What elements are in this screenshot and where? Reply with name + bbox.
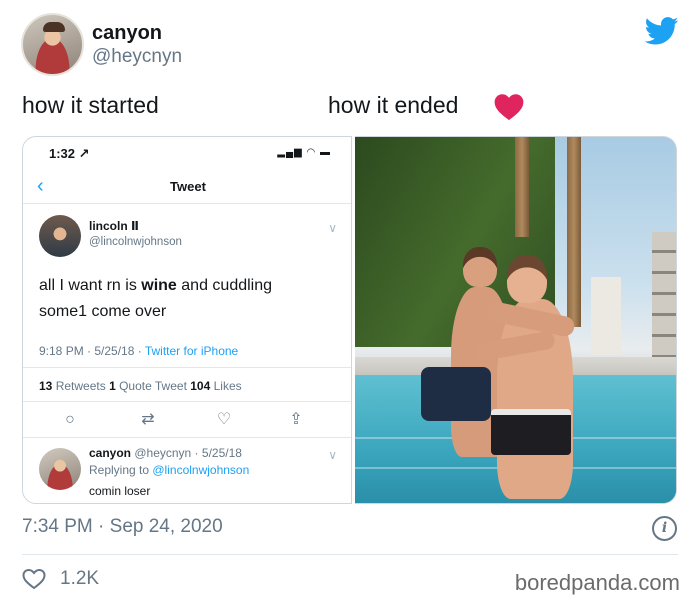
photo-trunks-right bbox=[491, 409, 571, 455]
status-bar-time: 1:32 ↗ bbox=[49, 146, 90, 161]
tweet-source-link[interactable]: Twitter for iPhone bbox=[145, 344, 238, 358]
heart-outline-icon[interactable] bbox=[22, 568, 46, 590]
footer-divider bbox=[22, 554, 678, 555]
caption-how-it-ended: how it ended bbox=[328, 92, 459, 118]
divider bbox=[23, 367, 351, 368]
author-handle[interactable]: @heycnyn bbox=[92, 46, 182, 68]
chevron-down-icon[interactable]: ∨ bbox=[328, 221, 337, 235]
reply-icon[interactable]: ○ bbox=[59, 409, 81, 431]
tweet-actions: ○ ⇄ ♡ ⇪ bbox=[23, 409, 351, 431]
watermark: boredpanda.com bbox=[514, 570, 680, 595]
photo-head-left bbox=[463, 247, 497, 287]
red-heart-icon bbox=[494, 94, 524, 121]
tweet-timestamp[interactable]: 7:34 PM · Sep 24, 2020 bbox=[22, 516, 223, 538]
twitter-bird-icon bbox=[645, 17, 679, 45]
caption-how-it-started: how it started bbox=[22, 92, 159, 118]
reply-author: canyon @heycnyn · 5/25/18 bbox=[89, 446, 242, 460]
photo-wall bbox=[652, 232, 676, 360]
chevron-down-icon[interactable]: ∨ bbox=[328, 448, 337, 462]
reply-text: comin loser bbox=[89, 484, 151, 498]
like-icon[interactable]: ♡ bbox=[213, 409, 235, 431]
pool-photo[interactable] bbox=[355, 136, 677, 504]
info-icon[interactable]: i bbox=[652, 516, 677, 541]
author-display-name[interactable]: canyon bbox=[92, 22, 162, 45]
photo-palm-tree bbox=[515, 137, 529, 237]
tweet-meta: 9:18 PM · 5/25/18 · Twitter for iPhone bbox=[39, 344, 239, 358]
tweet-text-line-1: all I want rn is wine and cuddling bbox=[39, 277, 273, 294]
tweet-stats: 13 Retweets 1 Quote Tweet 104 Likes bbox=[39, 379, 242, 393]
share-icon[interactable]: ⇪ bbox=[285, 409, 307, 431]
divider bbox=[23, 437, 351, 438]
replying-to: Replying to @lincolnwjohnson bbox=[89, 463, 250, 477]
photo-head-right bbox=[507, 255, 547, 303]
replying-to-handle[interactable]: @lincolnwjohnson bbox=[152, 463, 249, 477]
photo-trunks-left bbox=[421, 367, 491, 421]
original-author-name[interactable]: lincoln Ⅱ bbox=[89, 219, 139, 233]
divider bbox=[23, 401, 351, 402]
tweet-text-line-2: some1 come over bbox=[39, 303, 167, 320]
author-avatar[interactable] bbox=[21, 13, 84, 76]
original-author-handle[interactable]: @lincolnwjohnson bbox=[89, 236, 182, 248]
retweet-icon[interactable]: ⇄ bbox=[137, 409, 159, 431]
photo-building bbox=[591, 277, 621, 355]
divider bbox=[23, 203, 351, 204]
nav-title: Tweet bbox=[170, 179, 206, 194]
embedded-tweet-screenshot: 1:32 ↗ ▂▄▆ ◠ ▬ ‹ Tweet lincoln Ⅱ @lincol… bbox=[22, 136, 352, 504]
canyon-reply-avatar[interactable] bbox=[39, 448, 81, 490]
like-count[interactable]: 1.2K bbox=[60, 568, 99, 590]
lincoln-avatar[interactable] bbox=[39, 215, 81, 257]
photo-palm-tree bbox=[567, 137, 581, 327]
status-bar-icons: ▂▄▆ ◠ ▬ bbox=[277, 147, 331, 158]
